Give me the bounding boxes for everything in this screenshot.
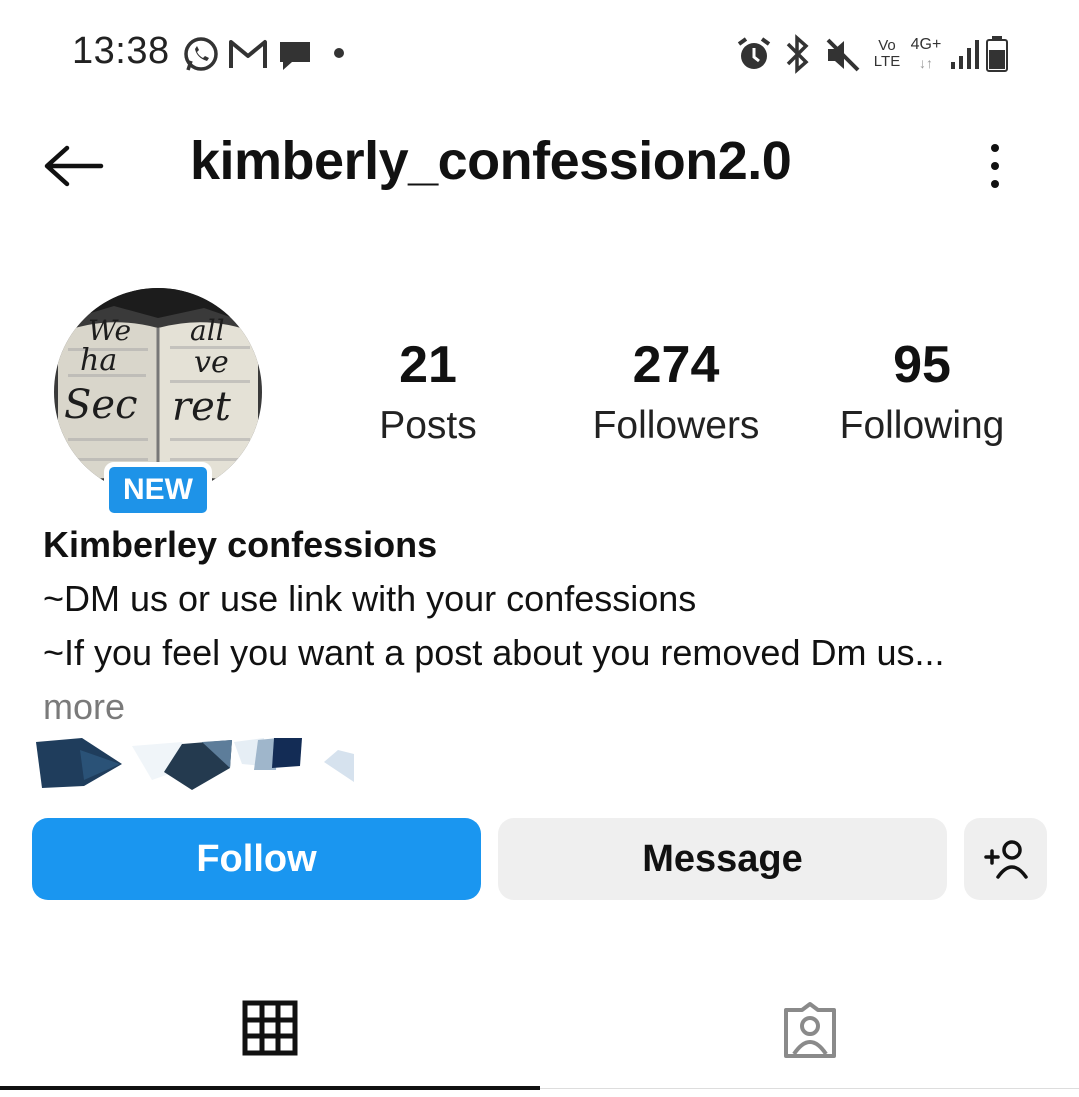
avatar-word: Sec	[64, 382, 137, 428]
battery-icon	[986, 36, 1008, 72]
alarm-icon	[737, 37, 771, 69]
follow-button[interactable]: Follow	[32, 818, 481, 900]
bio-line: ~DM us or use link with your confessions	[43, 578, 697, 619]
bio-display-name: Kimberley confessions	[43, 524, 438, 565]
grid-icon	[242, 1000, 298, 1056]
more-dot-icon	[991, 162, 999, 170]
followers-stat[interactable]: 274 Followers	[566, 334, 786, 456]
posts-label: Posts	[379, 404, 477, 447]
tagged-icon	[783, 1002, 836, 1058]
message-button[interactable]: Message	[498, 818, 947, 900]
back-arrow-icon	[44, 145, 104, 187]
followers-label: Followers	[592, 404, 760, 447]
bluetooth-icon	[786, 34, 809, 74]
following-stat[interactable]: 95 Following	[812, 334, 1032, 456]
avatar-word: ha	[80, 343, 117, 378]
more-dot-icon	[991, 144, 999, 152]
avatar-word: all	[190, 314, 225, 347]
whatsapp-icon	[184, 37, 218, 71]
chat-icon	[280, 42, 310, 70]
suggest-users-button[interactable]	[964, 818, 1047, 900]
following-label: Following	[839, 404, 1005, 447]
posts-stat[interactable]: 21 Posts	[318, 334, 538, 456]
new-badge: NEW	[104, 462, 212, 518]
tab-tagged[interactable]	[540, 990, 1079, 1090]
posts-count: 21	[399, 336, 457, 394]
bio-more-link[interactable]: more	[43, 686, 125, 728]
mute-icon	[826, 38, 860, 72]
network-type-icon: 4G+ ↓↑	[910, 36, 942, 71]
obscured-content	[36, 738, 354, 790]
back-button[interactable]	[38, 138, 108, 194]
gmail-icon	[229, 40, 267, 68]
avatar-word: ve	[194, 345, 229, 380]
more-dot-icon	[991, 180, 999, 188]
more-options-button[interactable]	[970, 140, 1020, 192]
profile-username-title: kimberly_confession2.0	[190, 131, 792, 191]
tab-divider	[540, 1088, 1079, 1089]
notification-dot-icon	[334, 48, 344, 58]
signal-icon	[951, 40, 979, 69]
bio-line: ~If you feel you want a post about you r…	[43, 632, 945, 673]
status-time: 13:38	[72, 30, 170, 72]
add-person-icon	[983, 840, 1028, 879]
followers-count: 274	[632, 336, 720, 394]
following-count: 95	[893, 336, 951, 394]
tab-posts-grid[interactable]	[0, 990, 540, 1090]
avatar-word: ret	[172, 384, 232, 430]
active-tab-indicator	[0, 1086, 540, 1090]
volte-icon: Vo LTE	[873, 37, 901, 70]
